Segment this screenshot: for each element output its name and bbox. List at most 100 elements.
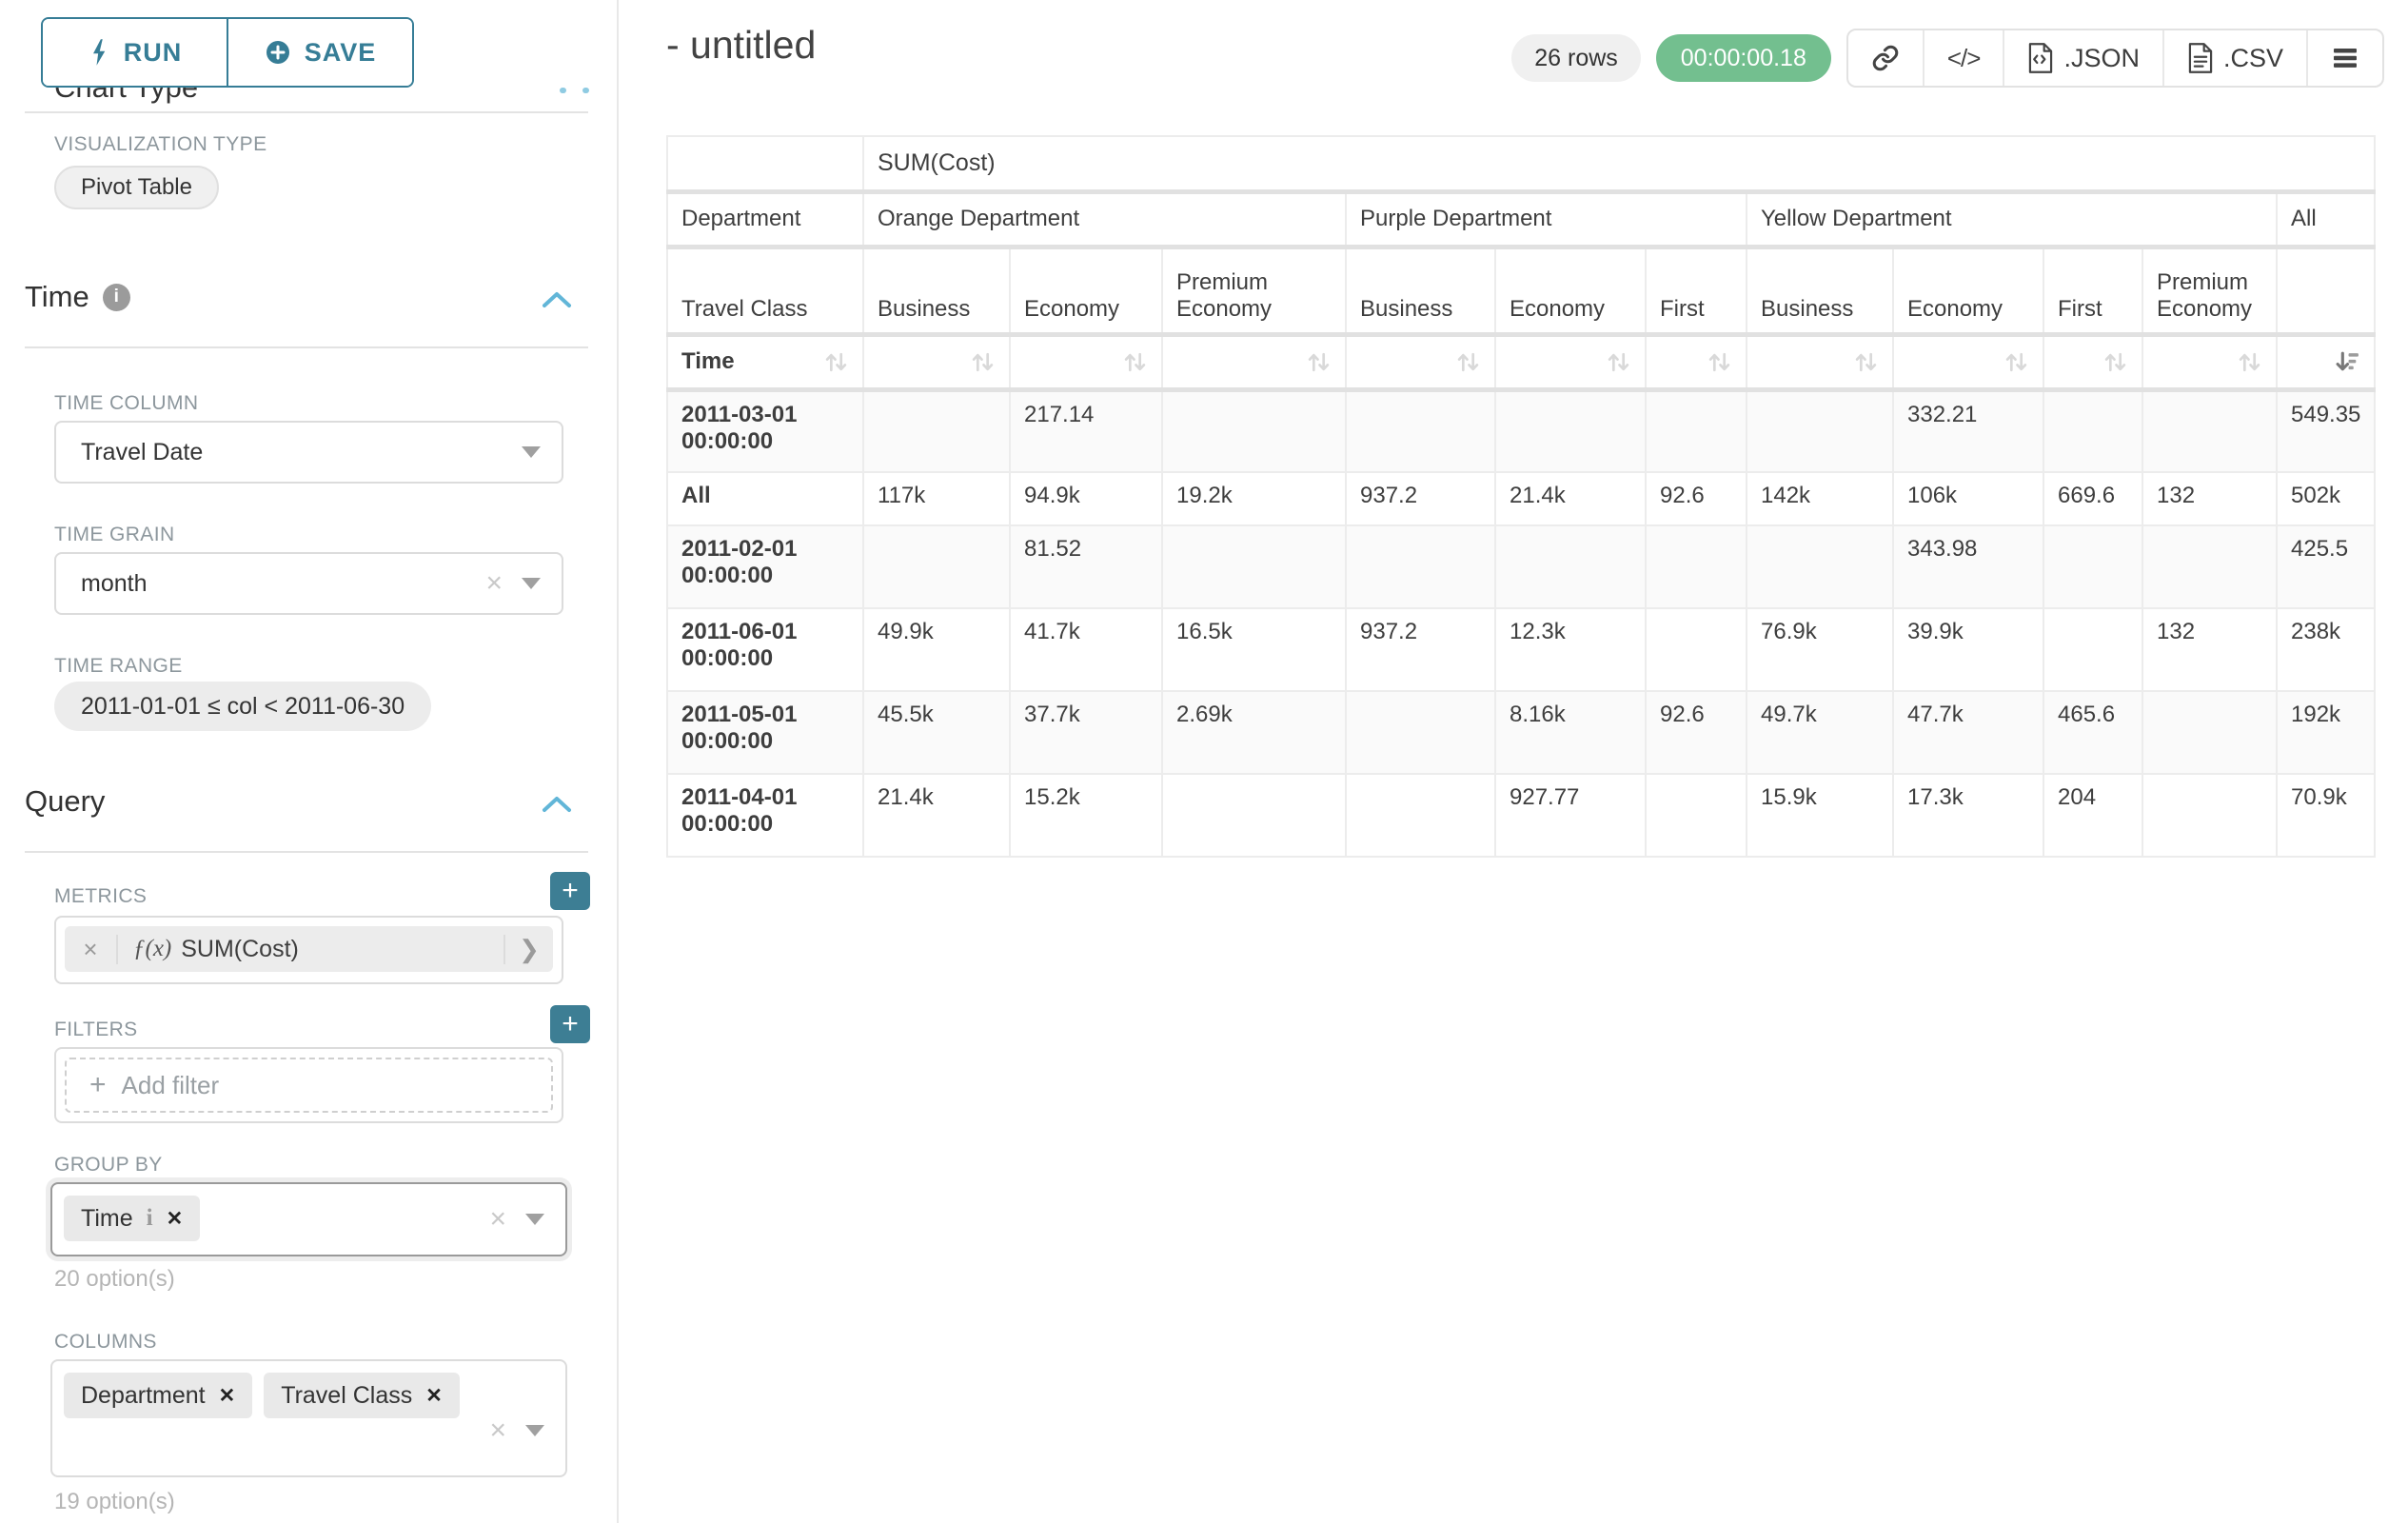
table-row: 2011-03-01 00:00:00217.14332.21549.35 — [667, 389, 2375, 472]
remove-chip-icon[interactable]: ✕ — [425, 1384, 443, 1408]
pivot-table-container: SUM(Cost)DepartmentOrange DepartmentPurp… — [666, 135, 2376, 858]
plus-icon: + — [89, 1069, 107, 1101]
query-section-title: Query — [25, 784, 105, 819]
data-cell: 192k — [2277, 691, 2375, 774]
export-csv-label: .CSV — [2223, 44, 2283, 73]
metrics-select[interactable]: × ƒ(x) SUM(Cost) ❯ — [54, 916, 563, 984]
data-cell: 204 — [2043, 774, 2142, 857]
row-label: All — [667, 472, 863, 525]
column-header: First — [1646, 247, 1747, 334]
sort-column-cell[interactable] — [1162, 334, 1346, 389]
chevron-right-icon[interactable]: ❯ — [503, 935, 553, 964]
add-metric-button[interactable]: + — [550, 872, 590, 910]
sort-icon[interactable] — [2237, 349, 2262, 375]
run-save-button-group: RUN SAVE — [41, 17, 414, 88]
column-header: Premium Economy — [1162, 247, 1346, 334]
column-group-header: Yellow Department — [1747, 191, 2277, 247]
clear-icon[interactable]: × — [485, 569, 503, 598]
sort-icon[interactable] — [1707, 349, 1732, 375]
data-cell: 549.35 — [2277, 389, 2375, 472]
time-column-select[interactable]: Travel Date — [54, 421, 563, 484]
explore-view: RUN SAVE Chart Type VISUALIZATION TYPE P… — [0, 0, 2408, 1523]
plus-circle-icon — [265, 39, 291, 66]
data-cell — [1646, 774, 1747, 857]
sort-column-cell[interactable] — [1646, 334, 1747, 389]
chevron-up-icon[interactable] — [541, 794, 573, 815]
sort-column-cell[interactable] — [1346, 334, 1495, 389]
code-icon: </> — [1947, 44, 1981, 73]
sort-icon[interactable] — [1455, 349, 1481, 375]
sort-column-cell[interactable] — [1747, 334, 1893, 389]
time-range-pill[interactable]: 2011-01-01 ≤ col < 2011-06-30 — [54, 682, 431, 731]
group-by-select[interactable]: Timei✕ × — [50, 1182, 567, 1256]
metric-chip[interactable]: × ƒ(x) SUM(Cost) ❯ — [65, 926, 553, 972]
caret-down-icon[interactable] — [525, 1425, 544, 1436]
more-menu-button[interactable] — [2306, 30, 2382, 86]
run-button[interactable]: RUN — [43, 19, 228, 86]
info-icon: i — [103, 284, 130, 311]
chip-label: Time — [81, 1205, 133, 1233]
query-section-header[interactable]: Query — [25, 784, 105, 819]
data-cell — [863, 389, 1010, 472]
sort-icon[interactable] — [2003, 349, 2029, 375]
sort-icon[interactable] — [1853, 349, 1879, 375]
data-cell: 81.52 — [1010, 525, 1162, 608]
clear-icon[interactable]: × — [489, 1416, 506, 1445]
data-cell — [1646, 389, 1747, 472]
chevron-up-icon[interactable] — [541, 289, 573, 310]
sort-column-cell[interactable] — [863, 334, 1010, 389]
share-link-button[interactable] — [1848, 30, 1923, 86]
time-section-header[interactable]: Time i — [25, 280, 130, 314]
data-cell: 19.2k — [1162, 472, 1346, 525]
data-cell — [2043, 608, 2142, 691]
row-label: 2011-06-01 00:00:00 — [667, 608, 863, 691]
select-chip[interactable]: Travel Class✕ — [264, 1373, 460, 1418]
column-header: Business — [863, 247, 1010, 334]
export-csv-button[interactable]: .CSV — [2162, 30, 2306, 86]
data-cell: 2.69k — [1162, 691, 1346, 774]
add-filter-plus-button[interactable]: + — [550, 1005, 590, 1043]
sort-desc-icon[interactable] — [2335, 349, 2360, 375]
sort-icon[interactable] — [970, 349, 996, 375]
sort-icon[interactable] — [1306, 349, 1332, 375]
remove-chip-icon[interactable]: ✕ — [167, 1207, 184, 1231]
caret-down-icon[interactable] — [525, 1214, 544, 1225]
column-header: Premium Economy — [2142, 247, 2277, 334]
clear-icon[interactable]: × — [489, 1205, 506, 1234]
remove-metric-icon[interactable]: × — [65, 935, 118, 964]
sort-column-cell[interactable] — [1893, 334, 2043, 389]
sort-icon[interactable] — [1122, 349, 1148, 375]
data-cell: 12.3k — [1495, 608, 1646, 691]
export-button-group: </> .JSON .CSV — [1846, 29, 2384, 88]
column-group-header: All — [2277, 191, 2375, 247]
sort-column-cell[interactable] — [2043, 334, 2142, 389]
export-json-button[interactable]: .JSON — [2003, 30, 2162, 86]
time-grain-value: month — [81, 570, 485, 598]
sort-column-cell[interactable] — [2142, 334, 2277, 389]
sort-icon[interactable] — [1606, 349, 1631, 375]
chart-title[interactable]: - untitled — [666, 23, 816, 68]
sort-icon[interactable] — [823, 349, 849, 375]
time-grain-select[interactable]: month × — [54, 552, 563, 615]
data-cell: 92.6 — [1646, 691, 1747, 774]
viz-type-pill[interactable]: Pivot Table — [54, 166, 219, 209]
view-query-button[interactable]: </> — [1923, 30, 2003, 86]
data-cell — [1646, 608, 1747, 691]
sort-column-cell[interactable] — [1010, 334, 1162, 389]
table-row: All117k94.9k19.2k937.221.4k92.6142k106k6… — [667, 472, 2375, 525]
columns-select[interactable]: Department✕ Travel Class✕ × — [50, 1359, 567, 1477]
save-button[interactable]: SAVE — [228, 19, 412, 86]
select-chip[interactable]: Department✕ — [64, 1373, 252, 1418]
remove-chip-icon[interactable]: ✕ — [219, 1384, 236, 1408]
sort-column-cell[interactable] — [1495, 334, 1646, 389]
add-filter-button[interactable]: + Add filter — [65, 1058, 553, 1113]
data-cell: 15.2k — [1010, 774, 1162, 857]
data-cell: 70.9k — [2277, 774, 2375, 857]
time-column-label: TIME COLUMN — [54, 392, 198, 415]
sort-icon[interactable] — [2102, 349, 2128, 375]
sort-column-cell[interactable] — [2277, 334, 2375, 389]
link-icon — [1871, 44, 1900, 72]
select-chip[interactable]: Timei✕ — [64, 1196, 200, 1241]
corner-time-label[interactable]: Time — [667, 334, 863, 389]
row-label: 2011-04-01 00:00:00 — [667, 774, 863, 857]
